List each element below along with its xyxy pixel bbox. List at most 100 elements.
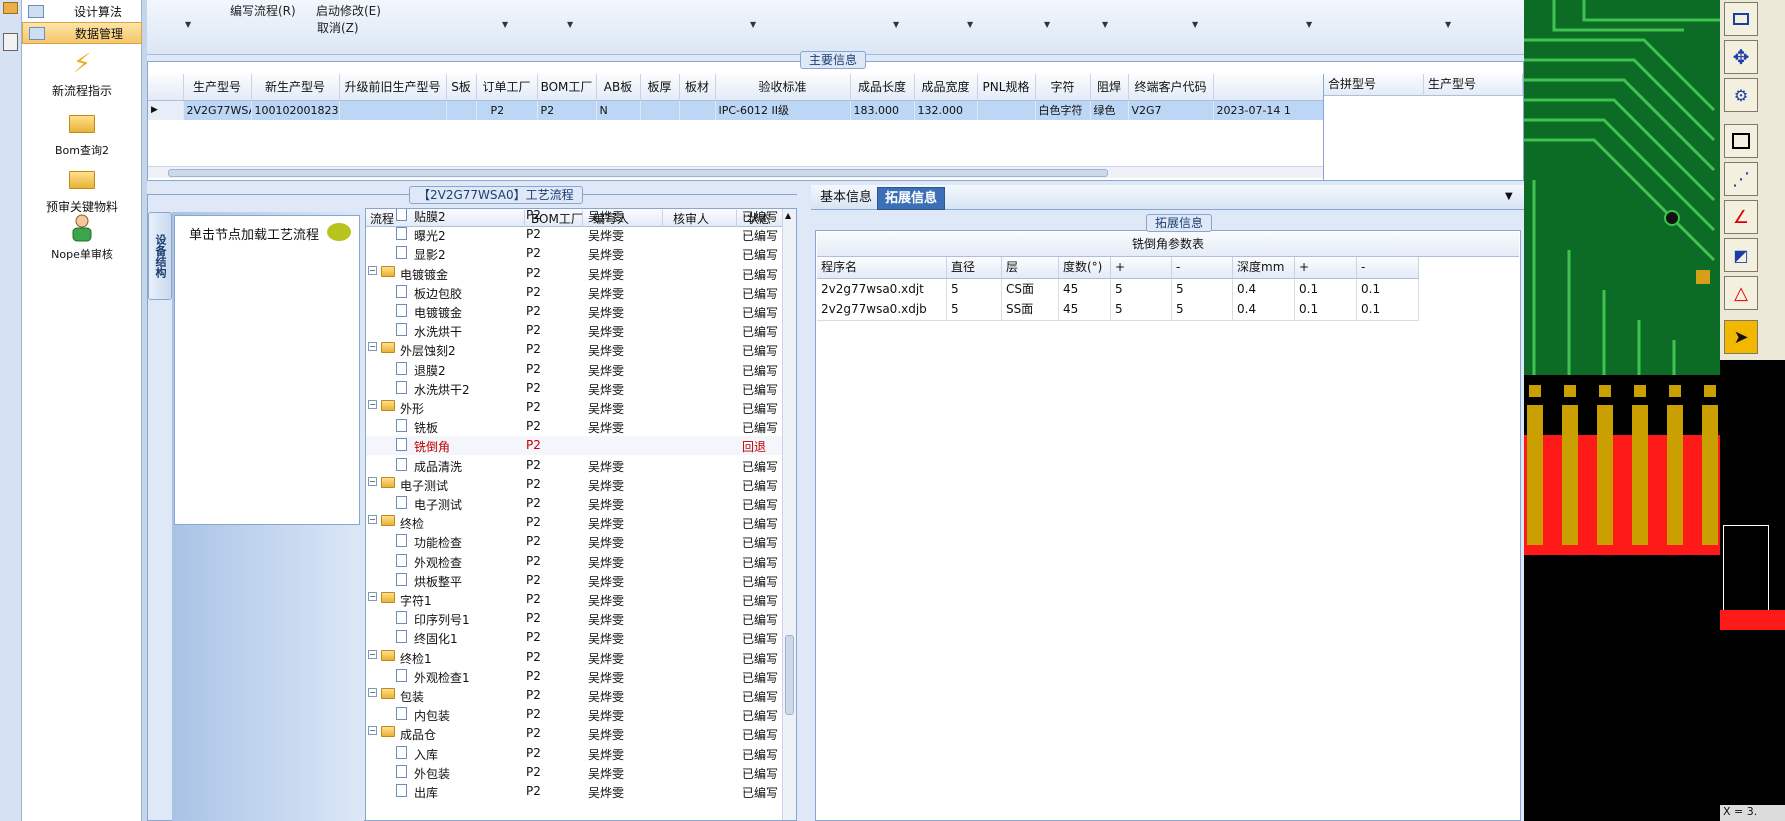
- edit-process-button[interactable]: 编写流程(R): [230, 2, 296, 19]
- chevron-down-icon[interactable]: ▼: [1505, 191, 1513, 202]
- collapse-icon[interactable]: −: [368, 265, 377, 275]
- connect-icon[interactable]: ⋰: [1724, 162, 1758, 196]
- column-header[interactable]: 生产型号: [1424, 74, 1523, 96]
- table-cell[interactable]: [679, 100, 716, 120]
- chevron-down-icon[interactable]: ▼: [1445, 20, 1451, 29]
- table-cell[interactable]: 45: [1059, 279, 1111, 301]
- tree-row[interactable]: − 电镀镀金 P2 吴烨雯 已编写: [366, 264, 796, 283]
- tree-row[interactable]: − 终检 P2 吴烨雯 已编写: [366, 513, 796, 532]
- tab-basic-info[interactable]: 基本信息: [813, 187, 879, 210]
- column-header[interactable]: 新生产型号: [251, 74, 340, 101]
- table-cell[interactable]: SS面: [1002, 299, 1059, 321]
- table-cell[interactable]: N: [596, 100, 641, 120]
- collapse-icon[interactable]: −: [368, 515, 377, 525]
- move-icon[interactable]: ✥: [1724, 40, 1758, 74]
- snap-icon[interactable]: [1724, 124, 1758, 158]
- column-header[interactable]: 程序名: [817, 257, 947, 279]
- collapse-icon[interactable]: −: [368, 688, 377, 697]
- column-header[interactable]: BOM工厂: [537, 74, 597, 101]
- column-header[interactable]: +: [1111, 257, 1172, 279]
- tool-new-process[interactable]: ⚡ 新流程指示: [22, 48, 142, 99]
- chevron-down-icon[interactable]: ▼: [1102, 20, 1108, 29]
- tool-precheck-material[interactable]: 预审关键物料: [22, 164, 142, 215]
- column-header[interactable]: 升级前旧生产型号: [339, 74, 447, 101]
- tree-row[interactable]: 入库 P2 吴烨雯 已编写: [366, 744, 796, 763]
- table-cell[interactable]: [339, 100, 447, 120]
- column-header[interactable]: AB板: [596, 74, 641, 101]
- tab-device-structure[interactable]: 设备结构: [148, 212, 172, 300]
- chevron-down-icon[interactable]: ▼: [502, 20, 508, 29]
- table-cell[interactable]: 0.1: [1295, 299, 1357, 321]
- tree-row[interactable]: 铣倒角 P2 回退: [366, 436, 796, 456]
- column-header[interactable]: +: [1295, 257, 1357, 279]
- table-cell[interactable]: P2: [537, 100, 597, 120]
- chevron-down-icon[interactable]: ▼: [1192, 20, 1198, 29]
- tree-row[interactable]: − 字符1 P2 吴烨雯 已编写: [366, 590, 796, 609]
- table-row[interactable]: ▶ 2V2G77WSA0 10010200182303 P2 P2 N IPC-…: [148, 100, 1323, 120]
- table-cell[interactable]: [977, 100, 1036, 120]
- column-header[interactable]: PNL规格: [977, 74, 1036, 101]
- chevron-down-icon[interactable]: ▼: [893, 20, 899, 29]
- panel-splitter[interactable]: [797, 194, 811, 821]
- tree-row[interactable]: 出库 P2 吴烨雯 已编写: [366, 782, 796, 801]
- table-cell[interactable]: 5: [1111, 299, 1172, 321]
- chevron-down-icon[interactable]: ▼: [1306, 20, 1312, 29]
- point-icon[interactable]: ◩: [1724, 238, 1758, 272]
- route-icon[interactable]: ⚙: [1724, 78, 1758, 112]
- table-cell[interactable]: [446, 100, 477, 120]
- collapse-icon[interactable]: −: [368, 592, 377, 601]
- window-icon[interactable]: [3, 2, 18, 14]
- column-header[interactable]: 阻焊: [1090, 74, 1129, 101]
- tree-row[interactable]: 外观检查1 P2 吴烨雯 已编写: [366, 667, 796, 686]
- table-cell[interactable]: P2: [476, 100, 538, 120]
- collapse-icon[interactable]: −: [368, 476, 377, 486]
- column-header[interactable]: 验收标准: [715, 74, 851, 101]
- collapse-icon[interactable]: −: [368, 649, 377, 659]
- vertical-scrollbar[interactable]: ▲: [782, 209, 796, 820]
- tree-row[interactable]: 烘板整平 P2 吴烨雯 已编写: [366, 571, 796, 590]
- table-cell[interactable]: 5: [947, 299, 1002, 321]
- tree-row[interactable]: − 外形 P2 吴烨雯 已编写: [366, 398, 796, 417]
- table-cell[interactable]: 183.000: [850, 100, 915, 120]
- scroll-up-icon[interactable]: ▲: [785, 211, 791, 220]
- tree-row[interactable]: 显影2 P2 吴烨雯 已编写: [366, 244, 796, 263]
- tree-row[interactable]: 电子测试 P2 吴烨雯 已编写: [366, 494, 796, 513]
- table-cell[interactable]: 白色字符: [1035, 100, 1091, 120]
- tree-row[interactable]: 水洗烘干2 P2 吴烨雯 已编写: [366, 379, 796, 398]
- column-header[interactable]: -: [1357, 257, 1419, 279]
- scrollbar-thumb[interactable]: [168, 169, 1108, 177]
- column-header[interactable]: 成品长度: [850, 74, 915, 101]
- table-cell[interactable]: 2V2G77WSA0: [183, 100, 252, 120]
- column-header[interactable]: 直径(mm): [947, 257, 1002, 295]
- table-cell[interactable]: 0.1: [1357, 299, 1419, 321]
- tree-row[interactable]: 外观检查 P2 吴烨雯 已编写: [366, 552, 796, 571]
- chevron-down-icon[interactable]: ▼: [750, 20, 756, 29]
- column-header[interactable]: S板: [446, 74, 477, 101]
- column-header[interactable]: 板材: [679, 74, 716, 101]
- column-header[interactable]: 层: [1002, 257, 1059, 279]
- tree-row[interactable]: − 电子测试 P2 吴烨雯 已编写: [366, 475, 796, 494]
- column-header[interactable]: 字符: [1035, 74, 1091, 101]
- nav-item-data-management[interactable]: 数据管理: [22, 22, 142, 44]
- table-cell[interactable]: [640, 100, 680, 120]
- column-header[interactable]: 深度mm: [1233, 257, 1295, 279]
- table-cell[interactable]: 45: [1059, 299, 1111, 321]
- tool-bom-query[interactable]: Bom查询2: [22, 108, 142, 158]
- table-cell[interactable]: 2023-07-14 1: [1213, 100, 1323, 120]
- column-header[interactable]: 成品宽度: [914, 74, 978, 101]
- cursor-icon[interactable]: ➤: [1724, 320, 1758, 354]
- column-header[interactable]: 生产型号: [183, 74, 252, 101]
- tree-row[interactable]: 外包装 P2 吴烨雯 已编写: [366, 763, 796, 782]
- scrollbar-thumb[interactable]: [785, 635, 794, 715]
- chevron-down-icon[interactable]: ▼: [567, 20, 573, 29]
- nav-item-design-algorithm[interactable]: 设计算法: [22, 0, 142, 22]
- collapse-icon[interactable]: −: [368, 400, 377, 409]
- table-cell[interactable]: 0.1: [1357, 279, 1419, 301]
- tree-row[interactable]: 水洗烘干 P2 吴烨雯 已编写: [366, 321, 796, 340]
- pcb-canvas[interactable]: [1524, 0, 1720, 821]
- tree-row[interactable]: 成品清洗 P2 吴烨雯 已编写: [366, 456, 796, 475]
- column-header[interactable]: 型: [1213, 74, 1323, 101]
- tree-row[interactable]: 终固化1 P2 吴烨雯 已编写: [366, 628, 796, 647]
- triangle-icon[interactable]: △: [1724, 276, 1758, 310]
- tree-row[interactable]: 内包装 P2 吴烨雯 已编写: [366, 705, 796, 724]
